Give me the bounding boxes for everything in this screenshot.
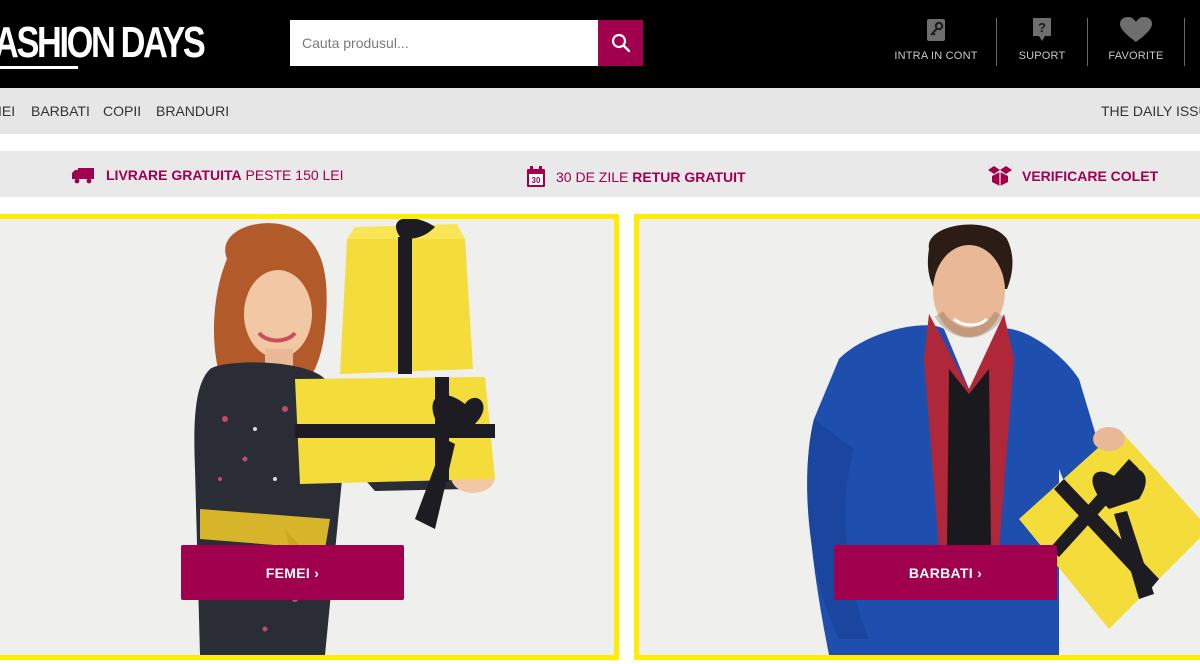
nav-item-copii[interactable]: COPII (103, 103, 141, 119)
account-button[interactable]: INTRA IN CONT (876, 18, 996, 70)
search-icon (611, 33, 630, 53)
benefit-return-text: 30 DE ZILE (556, 169, 629, 185)
benefit-verify-bold: VERIFICARE COLET (1022, 168, 1159, 184)
key-icon (927, 19, 945, 41)
support-button[interactable]: ? SUPORT (997, 18, 1087, 70)
nav-item-daily-issue[interactable]: THE DAILY ISSU (1101, 103, 1200, 119)
nav-item-branduri[interactable]: BRANDURI (156, 103, 229, 119)
logo-underline (0, 66, 78, 69)
category-card-women[interactable]: FEMEI › (0, 214, 619, 660)
support-label: SUPORT (1018, 50, 1066, 62)
header-actions: INTRA IN CONT ? SUPORT FAVORITE (876, 17, 1185, 70)
nav-item-barbati[interactable]: BARBATI (31, 103, 90, 119)
svg-text:?: ? (1038, 20, 1046, 35)
search-input[interactable] (290, 20, 598, 66)
logo[interactable]: ASHION DAYS (0, 18, 206, 70)
header: ASHION DAYS INTRA IN CONT (0, 0, 1200, 88)
account-label: INTRA IN CONT (894, 50, 978, 62)
calendar-30-icon: 30 (527, 166, 545, 187)
divider (1184, 18, 1185, 66)
favorites-button[interactable]: FAVORITE (1088, 17, 1184, 70)
benefit-free-return: 30 30 DE ZILE RETUR GRATUIT (526, 166, 746, 188)
favorites-label: FAVORITE (1108, 50, 1164, 62)
question-icon: ? (1033, 18, 1051, 41)
women-cta-button[interactable]: FEMEI › (181, 545, 404, 600)
category-card-men[interactable]: BARBATI › (634, 214, 1200, 660)
men-cta-button[interactable]: BARBATI › (834, 545, 1057, 600)
benefits-bar: LIVRARE GRATUITA PESTE 150 LEI 30 30 DE … (0, 151, 1200, 197)
benefit-free-delivery: LIVRARE GRATUITA PESTE 150 LEI (72, 166, 344, 184)
nav-item-femei[interactable]: IEI (0, 103, 15, 119)
heart-icon (1120, 17, 1152, 42)
search-bar (290, 20, 643, 66)
truck-icon (72, 168, 94, 184)
svg-text:30: 30 (532, 176, 541, 185)
benefit-return-bold: RETUR GRATUIT (632, 169, 746, 185)
benefit-delivery-text: PESTE 150 LEI (245, 167, 344, 183)
category-nav: IEI BARBATI COPII BRANDURI THE DAILY ISS… (0, 88, 1200, 134)
search-button[interactable] (598, 20, 643, 66)
benefit-package-check: VERIFICARE COLET (988, 166, 1158, 186)
open-box-icon (988, 166, 1012, 186)
benefit-delivery-bold: LIVRARE GRATUITA (106, 167, 242, 183)
